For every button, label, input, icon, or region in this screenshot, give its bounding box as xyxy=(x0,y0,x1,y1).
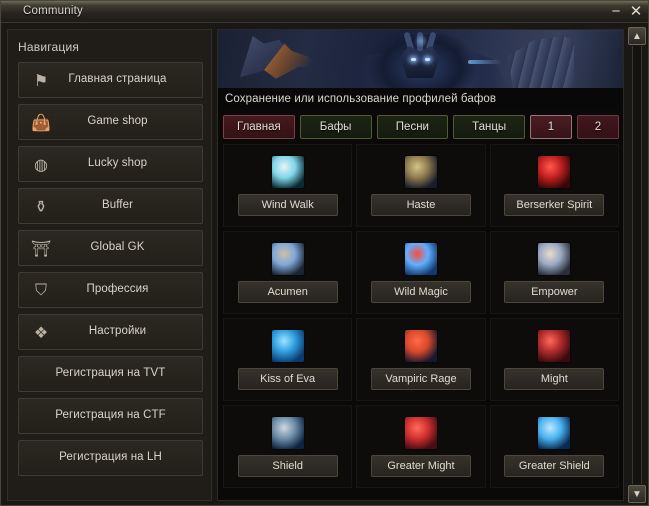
buff-cell-1[interactable]: Wind Walk xyxy=(223,144,353,227)
close-button[interactable]: ✕ xyxy=(628,3,644,20)
sidebar-item-6[interactable]: ⛉ Профессия xyxy=(18,272,203,308)
buff-grid: Wind Walk Haste Berserker Spirit Acumen Wild… xyxy=(223,144,619,488)
sidebar-item-9[interactable]: Регистрация на CTF xyxy=(18,398,203,434)
wind-walk-icon xyxy=(271,155,304,188)
shield-icon: ⛉ xyxy=(34,282,47,299)
banner-rock-far-right xyxy=(574,32,623,88)
scroll-up-arrow-icon[interactable]: ▲ xyxy=(628,27,646,45)
buff-label-button[interactable]: Vampiric Rage xyxy=(370,367,471,390)
sidebar-item-label: Регистрация на TVT xyxy=(55,367,166,379)
buff-cell-2[interactable]: Haste xyxy=(356,144,486,227)
sidebar-item-3[interactable]: ◍ Lucky shop xyxy=(18,146,203,182)
tab-4[interactable]: Танцы xyxy=(453,115,525,139)
greater-shield-icon xyxy=(538,416,571,449)
minimize-button[interactable]: − xyxy=(608,4,624,24)
sidebar-item-label: Регистрация на LH xyxy=(59,451,162,463)
tab-3[interactable]: Песни xyxy=(376,115,449,139)
sidebar-item-8[interactable]: Регистрация на TVT xyxy=(18,356,203,392)
sidebar-heading: Навигация xyxy=(18,40,80,54)
banner-glow xyxy=(414,34,428,48)
tab-1[interactable]: Главная xyxy=(223,115,295,139)
vertical-scrollbar[interactable]: ▲ ▼ xyxy=(628,27,646,503)
buff-label-button[interactable]: Greater Might xyxy=(370,454,471,477)
buff-cell-12[interactable]: Greater Shield xyxy=(489,405,619,488)
tab-2[interactable]: Бафы xyxy=(299,115,372,139)
sidebar-item-4[interactable]: ⚱ Buffer xyxy=(18,188,203,224)
kiss-of-eva-icon xyxy=(271,329,304,362)
coin-icon: ◍ xyxy=(34,157,48,174)
sidebar-item-5[interactable]: ⛩ Global GK xyxy=(18,230,203,266)
temple-icon: ⛩ xyxy=(30,241,52,258)
sidebar-item-7[interactable]: ❖ Настройки xyxy=(18,314,203,350)
buff-label-button[interactable]: Kiss of Eva xyxy=(237,367,338,390)
buff-cell-4[interactable]: Acumen xyxy=(223,231,353,314)
buff-label-button[interactable]: Acumen xyxy=(237,280,338,303)
banner-eye-right xyxy=(425,58,430,61)
vampiric-rage-icon xyxy=(404,329,437,362)
buff-label-button[interactable]: Wild Magic xyxy=(370,280,471,303)
sidebar-item-2[interactable]: 👜 Game shop xyxy=(18,104,203,140)
title-bar: Community − ✕ xyxy=(1,1,648,24)
buff-cell-6[interactable]: Empower xyxy=(489,231,619,314)
empower-icon xyxy=(538,242,571,275)
potion-icon: ⚱ xyxy=(34,199,48,216)
buff-label-button[interactable]: Haste xyxy=(370,193,471,216)
tab-6[interactable]: 2 xyxy=(577,115,619,139)
buff-label-button[interactable]: Might xyxy=(504,367,605,390)
buff-label-button[interactable]: Greater Shield xyxy=(504,454,605,477)
sidebar-item-10[interactable]: Регистрация на LH xyxy=(18,440,203,476)
sidebar-item-1[interactable]: ⚑ Главная страница xyxy=(18,62,203,98)
banner-light-streak xyxy=(468,60,502,64)
buff-cell-5[interactable]: Wild Magic xyxy=(356,231,486,314)
tab-5[interactable]: 1 xyxy=(530,115,572,139)
buff-cell-8[interactable]: Vampiric Rage xyxy=(356,318,486,401)
flag-icon: ⚑ xyxy=(33,73,49,90)
window-body: Навигация ⚑ Главная страница 👜 Game shop ◍ Lu… xyxy=(1,23,648,505)
window-title: Community xyxy=(23,5,83,17)
tab-bar: Главная Бафы Песни Танцы 1 2 xyxy=(223,115,619,139)
buff-cell-10[interactable]: Shield xyxy=(223,405,353,488)
main-panel: Сохранение или использование профилей ба… xyxy=(217,29,624,501)
buff-cell-9[interactable]: Might xyxy=(489,318,619,401)
buff-cell-11[interactable]: Greater Might xyxy=(356,405,486,488)
haste-icon xyxy=(404,155,437,188)
description-text: Сохранение или использование профилей ба… xyxy=(225,93,497,105)
sidebar-item-label: Регистрация на CTF xyxy=(55,409,166,421)
buff-label-button[interactable]: Empower xyxy=(504,280,605,303)
shield-buff-icon xyxy=(271,416,304,449)
greater-might-icon xyxy=(404,416,437,449)
scrollbar-track[interactable] xyxy=(632,46,642,484)
navigation-sidebar: Навигация ⚑ Главная страница 👜 Game shop ◍ Lu… xyxy=(7,29,212,501)
banner-eye-left xyxy=(411,58,416,61)
scroll-down-arrow-icon[interactable]: ▼ xyxy=(628,485,646,503)
description-strip: Сохранение или использование профилей ба… xyxy=(218,88,623,110)
community-window: Community − ✕ Навигация ⚑ Главная страниц… xyxy=(0,0,649,506)
buff-cell-3[interactable]: Berserker Spirit xyxy=(489,144,619,227)
banner-image xyxy=(218,30,623,88)
buff-cell-7[interactable]: Kiss of Eva xyxy=(223,318,353,401)
might-icon xyxy=(538,329,571,362)
berserker-spirit-icon xyxy=(538,155,571,188)
wild-magic-icon xyxy=(404,242,437,275)
buff-label-button[interactable]: Wind Walk xyxy=(237,193,338,216)
sidebar-item-list: ⚑ Главная страница 👜 Game shop ◍ Lucky shop ⚱ B… xyxy=(18,62,203,482)
people-icon: ❖ xyxy=(33,325,49,342)
buff-label-button[interactable]: Berserker Spirit xyxy=(504,193,605,216)
money-bag-icon: 👜 xyxy=(31,115,51,132)
acumen-icon xyxy=(271,242,304,275)
buff-label-button[interactable]: Shield xyxy=(237,454,338,477)
